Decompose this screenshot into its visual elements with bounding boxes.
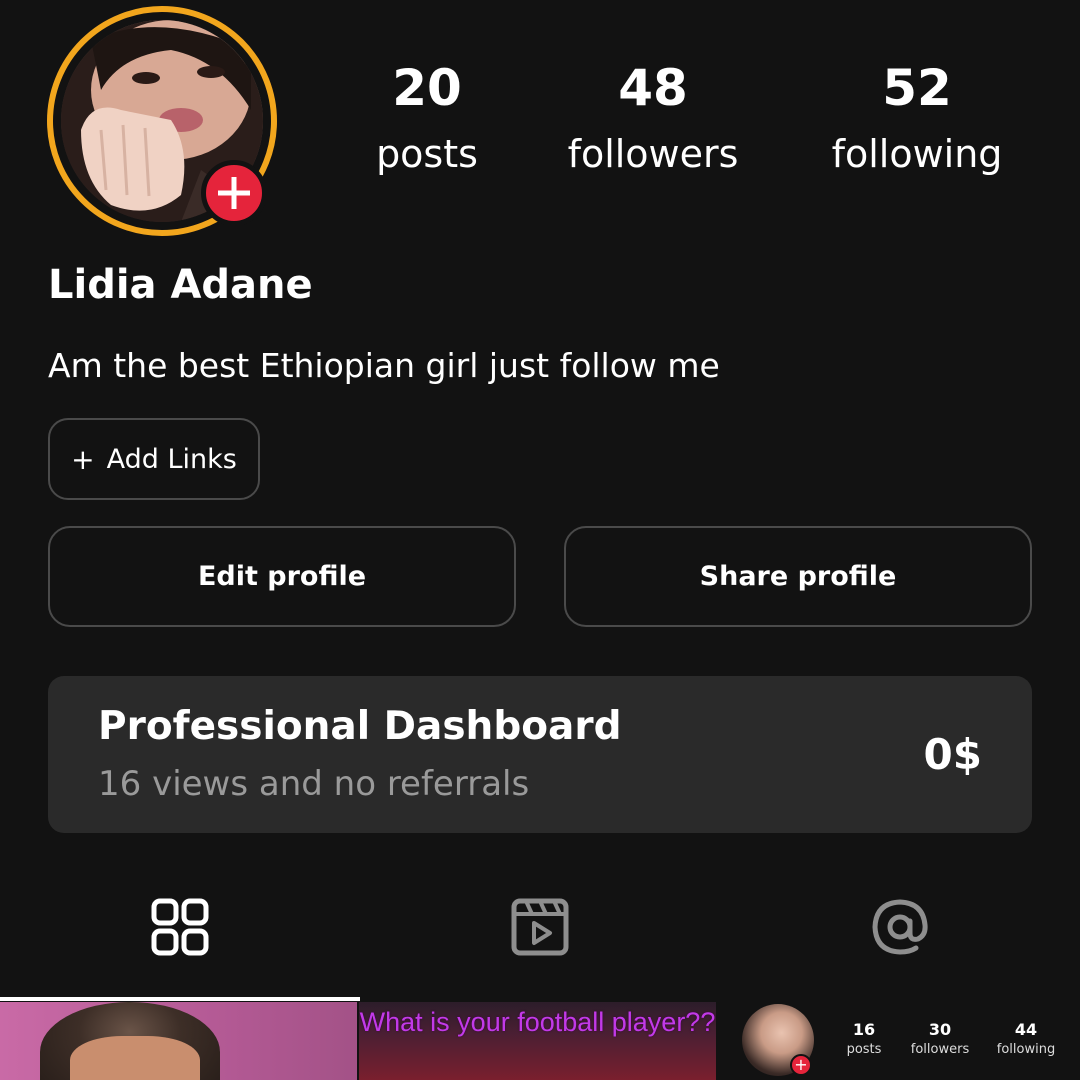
post-stat-label: posts [846, 1042, 882, 1057]
post-image-face [70, 1036, 200, 1080]
profile-bio: Am the best Ethiopian girl just follow m… [48, 346, 720, 385]
post-stat-label: followers [910, 1042, 970, 1057]
plus-icon: + [71, 442, 95, 476]
reels-icon [511, 898, 569, 956]
add-story-button[interactable] [201, 160, 267, 226]
dashboard-earnings: 0$ [923, 730, 982, 779]
plus-icon: + [790, 1054, 812, 1076]
post-thumbnail[interactable] [0, 1002, 357, 1080]
post-thumbnail[interactable]: + 16 posts 30 followers 44 following [718, 1002, 1080, 1080]
post-stat-value: 44 [1014, 1020, 1038, 1039]
stat-following[interactable]: 52 following [812, 58, 1022, 182]
share-profile-button[interactable]: Share profile [564, 526, 1032, 627]
post-stat-following: 44 following [986, 1020, 1066, 1060]
post-caption: What is your football player?? [359, 1007, 716, 1037]
dashboard-title: Professional Dashboard [98, 704, 622, 749]
professional-dashboard-card[interactable]: Professional Dashboard 16 views and no r… [48, 676, 1032, 833]
post-thumbnail[interactable]: What is your football player?? [359, 1002, 716, 1080]
dashboard-subtitle: 16 views and no referrals [98, 764, 530, 804]
posts-count: 20 [392, 59, 462, 117]
following-label: following [831, 132, 1003, 176]
stat-posts[interactable]: 20 posts [352, 58, 502, 182]
post-stat-value: 30 [928, 1020, 952, 1039]
at-sign-icon [872, 899, 928, 955]
profile-name: Lidia Adane [48, 262, 313, 308]
followers-count: 48 [618, 59, 688, 117]
grid-icon [151, 898, 209, 956]
edit-profile-button[interactable]: Edit profile [48, 526, 516, 627]
tab-posts-grid[interactable] [148, 895, 212, 959]
plus-icon [218, 177, 250, 209]
stat-followers[interactable]: 48 followers [548, 58, 758, 182]
profile-page: 20 posts 48 followers 52 following Lidia… [0, 0, 1080, 1080]
edit-profile-label: Edit profile [197, 561, 367, 592]
avatar[interactable] [47, 6, 277, 236]
add-links-button[interactable]: + Add Links [48, 418, 260, 500]
posts-label: posts [376, 132, 478, 176]
tab-tagged[interactable] [868, 895, 932, 959]
following-count: 52 [882, 59, 952, 117]
tab-reels[interactable] [508, 895, 572, 959]
post-stat-followers: 30 followers [900, 1020, 980, 1060]
share-profile-label: Share profile [699, 561, 897, 592]
post-stat-posts: 16 posts [824, 1020, 904, 1060]
followers-label: followers [567, 132, 739, 176]
add-links-label: Add Links [106, 443, 237, 475]
active-tab-indicator [0, 997, 360, 1001]
post-stat-value: 16 [852, 1020, 876, 1039]
post-stat-label: following [996, 1042, 1056, 1057]
